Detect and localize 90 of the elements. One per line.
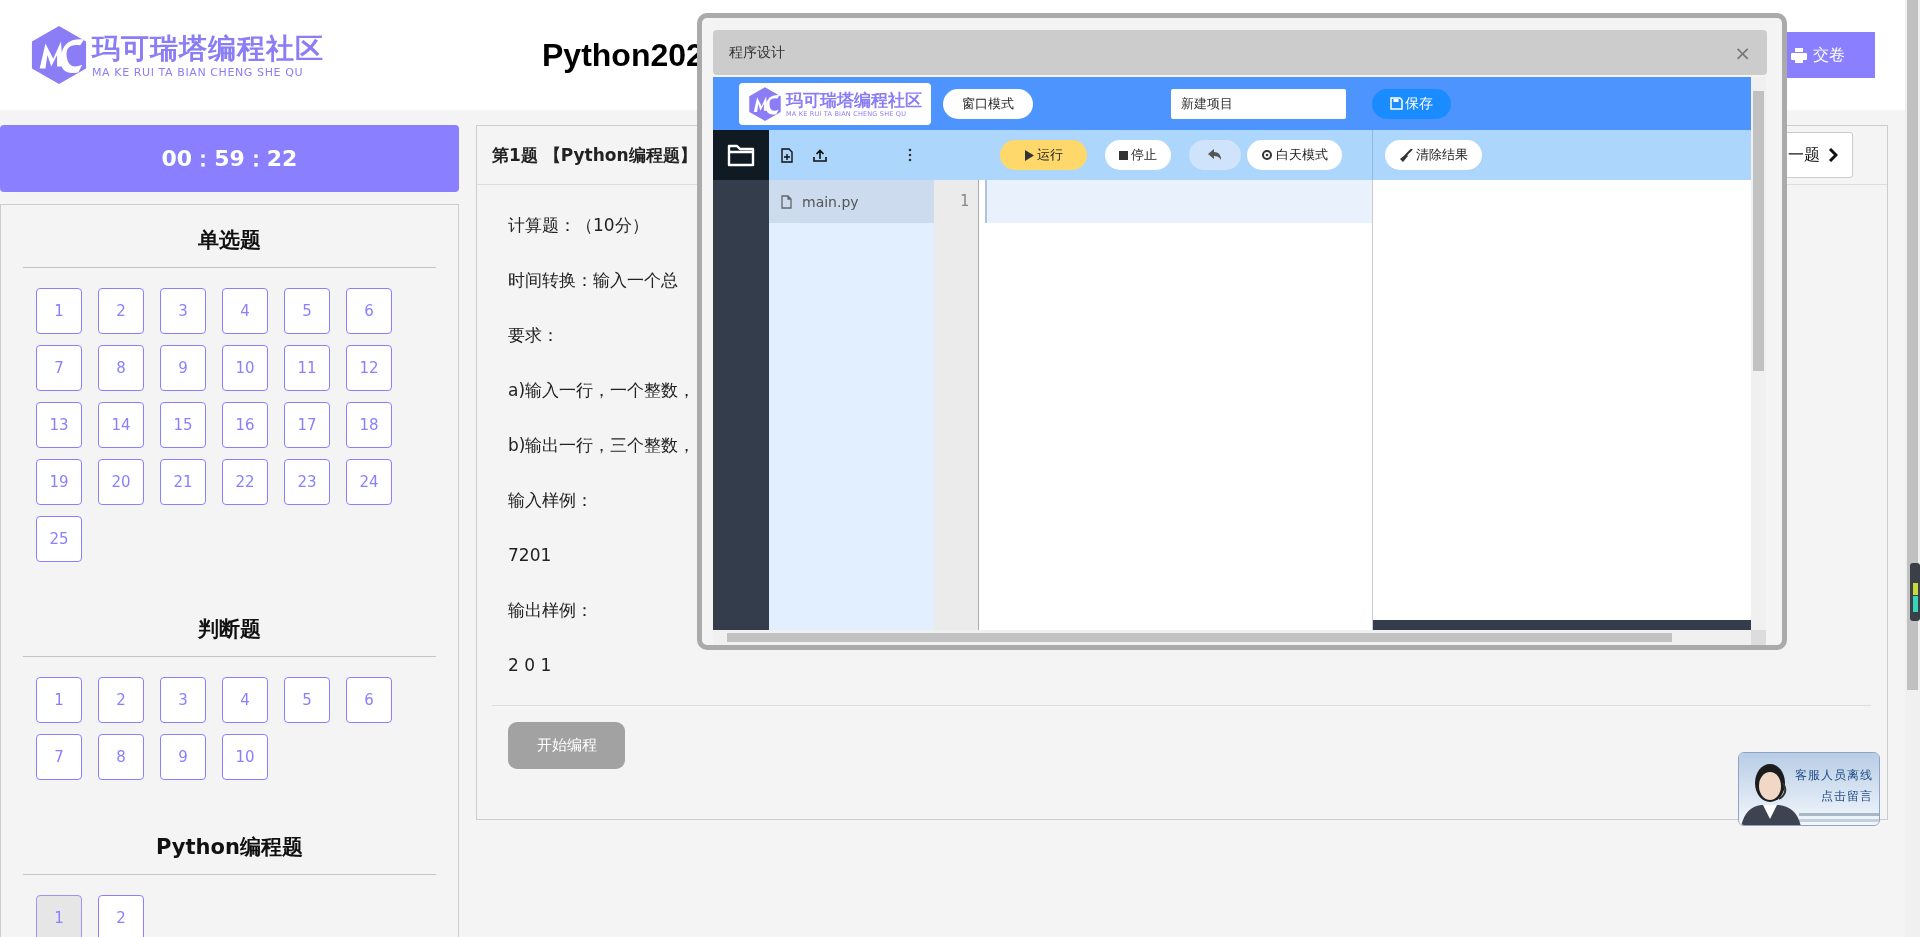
dialog-title: 程序设计 bbox=[729, 43, 785, 62]
customer-service-banner[interactable]: 客服人员离线 点击留言 bbox=[1738, 752, 1880, 826]
question-number-button[interactable]: 7 bbox=[36, 345, 82, 391]
upload-icon[interactable] bbox=[813, 148, 827, 162]
question-text: 要求： bbox=[508, 324, 559, 347]
file-icon bbox=[781, 194, 792, 209]
vertical-scrollbar[interactable] bbox=[1751, 77, 1766, 630]
question-number-button[interactable]: 1 bbox=[36, 677, 82, 723]
level-meter-icon bbox=[1910, 563, 1920, 621]
run-button[interactable]: 运行 bbox=[1000, 140, 1087, 170]
save-icon bbox=[1390, 97, 1403, 110]
window-mode-button[interactable]: 窗口模式 bbox=[943, 88, 1033, 119]
question-number-button[interactable]: 20 bbox=[98, 459, 144, 505]
scrollbar-corner bbox=[1751, 630, 1766, 645]
question-number-button[interactable]: 9 bbox=[160, 345, 206, 391]
play-icon bbox=[1024, 149, 1034, 161]
question-number-button[interactable]: 17 bbox=[284, 402, 330, 448]
question-number-button[interactable]: 14 bbox=[98, 402, 144, 448]
question-number-button[interactable]: 10 bbox=[222, 345, 268, 391]
question-number-button[interactable]: 22 bbox=[222, 459, 268, 505]
question-number-button[interactable]: 8 bbox=[98, 345, 144, 391]
file-item[interactable]: main.py bbox=[769, 180, 934, 223]
project-name-field[interactable]: 新建项目 bbox=[1171, 88, 1346, 119]
question-number-button[interactable]: 6 bbox=[346, 288, 392, 334]
question-number-button[interactable]: 24 bbox=[346, 459, 392, 505]
printer-icon bbox=[1790, 47, 1807, 63]
question-number-button[interactable]: 2 bbox=[98, 895, 144, 937]
horizontal-scrollbar[interactable] bbox=[713, 630, 1751, 645]
question-text: a)输入一行，一个整数， bbox=[508, 379, 696, 402]
question-number-button[interactable]: 10 bbox=[222, 734, 268, 780]
question-number-button[interactable]: 16 bbox=[222, 402, 268, 448]
new-file-icon[interactable] bbox=[781, 147, 793, 163]
question-text: 输入样例： bbox=[508, 489, 593, 512]
question-number-button[interactable]: 12 bbox=[346, 345, 392, 391]
question-heading: 第1题 【Python编程题】 bbox=[492, 143, 697, 167]
logo-name: 玛可瑞塔编程社区 bbox=[786, 89, 922, 110]
logo-name: 玛可瑞塔编程社区 bbox=[92, 31, 324, 66]
question-number-button[interactable]: 9 bbox=[160, 734, 206, 780]
stop-button[interactable]: 停止 bbox=[1105, 140, 1171, 170]
day-mode-button[interactable]: 白天模式 bbox=[1247, 140, 1342, 170]
folder-icon[interactable] bbox=[727, 143, 755, 167]
question-number-button[interactable]: 18 bbox=[346, 402, 392, 448]
question-number-button[interactable]: 1 bbox=[36, 895, 82, 937]
logo-mark-icon bbox=[748, 85, 782, 122]
question-number-button[interactable]: 2 bbox=[98, 677, 144, 723]
question-number-button[interactable]: 8 bbox=[98, 734, 144, 780]
start-coding-button[interactable]: 开始编程 bbox=[508, 722, 625, 769]
question-text: 输出样例： bbox=[508, 599, 593, 622]
save-button[interactable]: 保存 bbox=[1372, 88, 1451, 119]
question-number-button[interactable]: 5 bbox=[284, 677, 330, 723]
broom-icon bbox=[1399, 148, 1413, 162]
question-number-button[interactable]: 2 bbox=[98, 288, 144, 334]
chevron-right-icon bbox=[1828, 148, 1838, 162]
question-text: b)输出一行，三个整数， bbox=[508, 434, 696, 457]
question-text: 时间转换：输入一个总 bbox=[508, 269, 678, 292]
stop-icon bbox=[1119, 150, 1128, 160]
question-text: 2 0 1 bbox=[508, 654, 552, 677]
question-number-button[interactable]: 4 bbox=[222, 677, 268, 723]
countdown-timer: 00：59：22 bbox=[0, 125, 459, 192]
question-number-button[interactable]: 1 bbox=[36, 288, 82, 334]
clear-results-button[interactable]: 清除结果 bbox=[1385, 140, 1482, 170]
question-number-button[interactable]: 4 bbox=[222, 288, 268, 334]
logo-subtitle: MA KE RUI TA BIAN CHENG SHE QU bbox=[92, 65, 305, 79]
question-number-button[interactable]: 6 bbox=[346, 677, 392, 723]
question-number-button[interactable]: 15 bbox=[160, 402, 206, 448]
section-title: 判断题 bbox=[198, 616, 261, 643]
question-number-button[interactable]: 3 bbox=[160, 677, 206, 723]
page-scrollbar[interactable] bbox=[1905, 0, 1920, 937]
section-title: Python编程题 bbox=[156, 834, 303, 861]
close-button[interactable]: × bbox=[1734, 40, 1751, 65]
sun-icon bbox=[1261, 149, 1273, 161]
question-number-button[interactable]: 25 bbox=[36, 516, 82, 562]
more-options-icon[interactable] bbox=[908, 148, 912, 162]
banner-text: 点击留言 bbox=[1821, 788, 1873, 805]
question-number-button[interactable]: 13 bbox=[36, 402, 82, 448]
question-number-button[interactable]: 11 bbox=[284, 345, 330, 391]
question-number-button[interactable]: 3 bbox=[160, 288, 206, 334]
line-number: 1 bbox=[958, 191, 970, 212]
banner-text: 客服人员离线 bbox=[1795, 767, 1873, 784]
question-text: 7201 bbox=[508, 544, 552, 567]
page-title: Python202 bbox=[542, 36, 704, 74]
question-text: 计算题：（10分） bbox=[508, 214, 649, 237]
logo-mark-icon bbox=[30, 24, 88, 86]
question-number-button[interactable]: 19 bbox=[36, 459, 82, 505]
section-title: 单选题 bbox=[198, 227, 261, 254]
question-number-button[interactable]: 21 bbox=[160, 459, 206, 505]
question-number-button[interactable]: 5 bbox=[284, 288, 330, 334]
question-number-button[interactable]: 7 bbox=[36, 734, 82, 780]
undo-icon bbox=[1208, 149, 1222, 161]
question-number-button[interactable]: 23 bbox=[284, 459, 330, 505]
